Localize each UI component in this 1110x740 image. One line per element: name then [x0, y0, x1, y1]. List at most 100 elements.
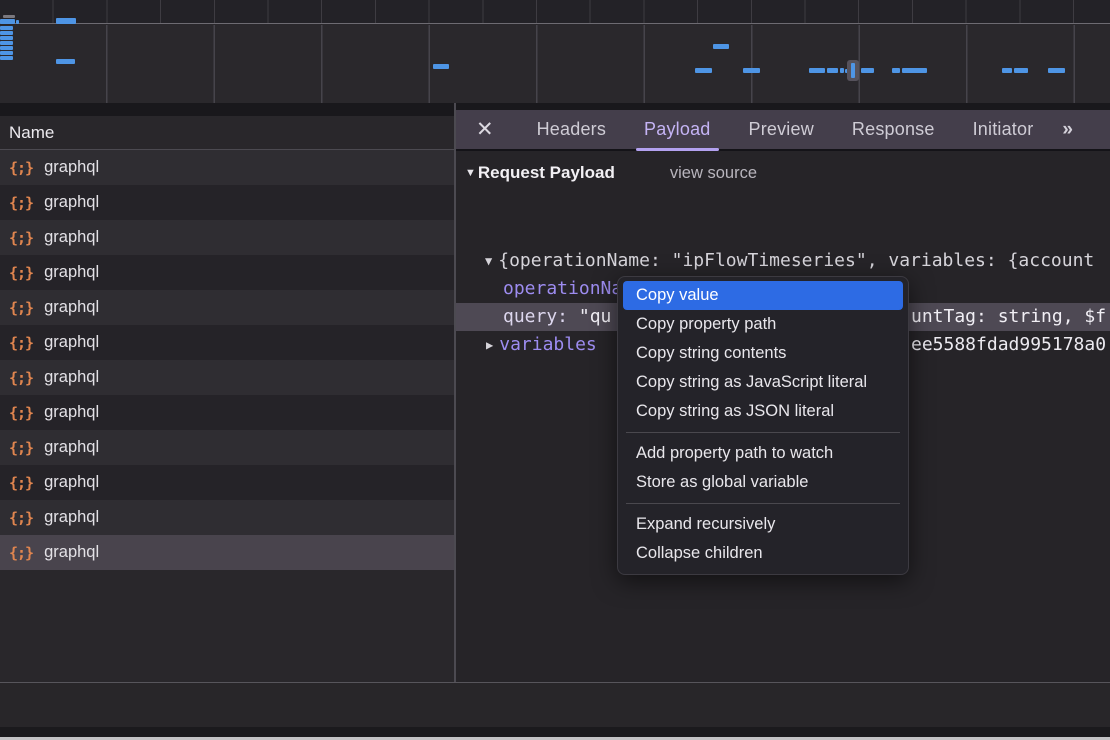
timeline-request-bar — [0, 41, 13, 45]
summary-bar — [0, 683, 1110, 727]
request-rows: {;} graphql {;} graphql {;} graphql {;} grap… — [0, 150, 454, 570]
timeline-request-bar — [1014, 68, 1028, 73]
payload-root-row[interactable]: ▼ {operationName: "ipFlowTimeseries", var… — [485, 247, 1094, 275]
timeline-request-bar — [0, 56, 13, 60]
menu-item-copy-string-contents[interactable]: Copy string contents — [623, 339, 903, 368]
table-row[interactable]: {;} graphql — [0, 325, 454, 360]
fetch-braces-icon: {;} — [9, 439, 33, 457]
query-value-right-fragment: untTag: string, $f — [911, 303, 1106, 331]
tab-response[interactable]: Response — [842, 111, 945, 148]
timeline-request-bar — [0, 26, 13, 30]
menu-item-copy-property-path[interactable]: Copy property path — [623, 310, 903, 339]
window-bottom-strip — [0, 727, 1110, 737]
request-name: graphql — [44, 368, 99, 387]
request-name: graphql — [44, 438, 99, 457]
devtools-network-panel: Name {;} graphql {;} graphql {;} graphql {;… — [0, 0, 1110, 740]
timeline-request-bar — [0, 51, 13, 55]
table-row-selected[interactable]: {;} graphql — [0, 535, 454, 570]
collapse-triangle-icon[interactable]: ▼ — [465, 167, 476, 179]
expand-triangle-icon[interactable]: ▶ — [486, 331, 493, 359]
more-tabs-chevron-icon[interactable]: » — [1062, 119, 1071, 141]
timeline-request-bar — [0, 19, 15, 24]
menu-item-copy-value[interactable]: Copy value — [623, 281, 903, 310]
variables-value-right-fragment: ee5588fdad995178a0 — [911, 331, 1106, 359]
name-column-header[interactable]: Name — [0, 116, 454, 150]
request-name: graphql — [44, 508, 99, 527]
menu-divider — [626, 432, 900, 433]
menu-item-store-as-global-variable[interactable]: Store as global variable — [623, 468, 903, 497]
network-overview-timeline[interactable] — [0, 0, 1110, 103]
view-source-link[interactable]: view source — [670, 164, 757, 183]
detail-tab-bar: ✕ Headers Payload Preview Response Initi… — [456, 110, 1110, 151]
context-menu: Copy value Copy property path Copy strin… — [617, 276, 909, 575]
fetch-braces-icon: {;} — [9, 474, 33, 492]
tab-preview[interactable]: Preview — [739, 111, 824, 148]
section-title[interactable]: Request Payload — [478, 163, 615, 183]
fetch-braces-icon: {;} — [9, 299, 33, 317]
timeline-request-bar — [695, 68, 712, 73]
variables-row[interactable]: ▶ variables — [486, 331, 597, 359]
timeline-request-bar — [902, 68, 927, 73]
request-name: graphql — [44, 333, 99, 352]
table-row[interactable]: {;} graphql — [0, 465, 454, 500]
timeline-request-bar — [0, 46, 13, 50]
fetch-braces-icon: {;} — [9, 404, 33, 422]
menu-item-add-property-path-to-watch[interactable]: Add property path to watch — [623, 439, 903, 468]
property-key: variables — [499, 334, 597, 355]
menu-item-copy-string-js-literal[interactable]: Copy string as JavaScript literal — [623, 368, 903, 397]
request-payload-header: ▼ Request Payload view source — [456, 151, 1110, 195]
timeline-request-bar — [16, 20, 19, 24]
table-row[interactable]: {;} graphql — [0, 360, 454, 395]
timeline-request-bar — [851, 63, 855, 78]
fetch-braces-icon: {;} — [9, 194, 33, 212]
request-name: graphql — [44, 403, 99, 422]
request-name: graphql — [44, 473, 99, 492]
menu-item-copy-string-json-literal[interactable]: Copy string as JSON literal — [623, 397, 903, 426]
table-row[interactable]: {;}graphql — [0, 290, 454, 325]
close-icon[interactable]: ✕ — [476, 119, 494, 140]
table-row[interactable]: {;} graphql — [0, 430, 454, 465]
table-row[interactable]: {;} graphql — [0, 185, 454, 220]
timeline-request-bar — [3, 15, 15, 18]
table-row[interactable]: {;} graphql — [0, 395, 454, 430]
tab-initiator[interactable]: Initiator — [963, 111, 1044, 148]
request-name: graphql — [44, 228, 99, 247]
timeline-request-bar — [713, 44, 729, 49]
requests-list-panel: Name {;} graphql {;} graphql {;} graphql {;… — [0, 116, 454, 682]
table-row[interactable]: {;} graphql — [0, 255, 454, 290]
payload-preview-text: {operationName: "ipFlowTimeseries", vari… — [498, 250, 1094, 271]
fetch-braces-icon: {;} — [9, 544, 33, 562]
query-row[interactable]: query: "qu — [503, 303, 611, 331]
timeline-band — [0, 25, 1110, 103]
property-value-left: "qu — [579, 306, 612, 327]
timeline-request-bar — [0, 31, 13, 35]
timeline-request-bar — [840, 68, 844, 73]
request-name: graphql — [44, 193, 99, 212]
timeline-request-bar — [892, 68, 900, 73]
timeline-request-bar — [56, 18, 76, 24]
request-name: graphql — [44, 543, 99, 562]
menu-item-expand-recursively[interactable]: Expand recursively — [623, 510, 903, 539]
fetch-braces-icon: {;} — [9, 334, 33, 352]
menu-item-collapse-children[interactable]: Collapse children — [623, 539, 903, 568]
timeline-request-bar — [743, 68, 760, 73]
timeline-request-bar — [1002, 68, 1012, 73]
fetch-braces-icon: {;} — [9, 369, 33, 387]
tab-headers[interactable]: Headers — [527, 111, 616, 148]
fetch-braces-icon: {;} — [9, 159, 33, 177]
table-row[interactable]: {;} graphql — [0, 220, 454, 255]
timeline-request-bar — [861, 68, 874, 73]
name-column-label: Name — [9, 123, 54, 143]
fetch-braces-icon: {;} — [9, 229, 33, 247]
expand-triangle-icon[interactable]: ▼ — [485, 247, 492, 275]
table-row[interactable]: {;} graphql — [0, 500, 454, 535]
property-key: query: — [503, 306, 579, 327]
tab-payload[interactable]: Payload — [634, 111, 720, 148]
menu-divider — [626, 503, 900, 504]
fetch-braces-icon: {;} — [9, 264, 33, 282]
table-row[interactable]: {;}graphql — [0, 150, 454, 185]
timeline-ruler — [0, 0, 1110, 24]
fetch-braces-icon: {;} — [9, 509, 33, 527]
request-name: graphql — [44, 263, 99, 282]
timeline-request-bar — [433, 64, 449, 69]
